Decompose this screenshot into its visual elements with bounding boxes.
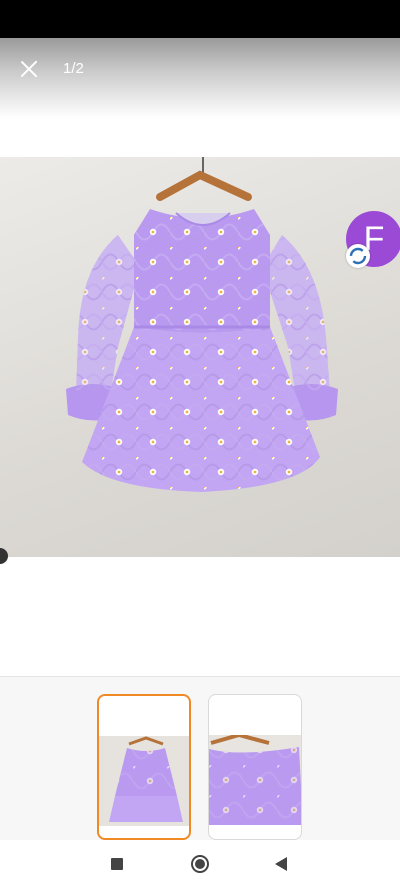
viewer-top-overlay [0,38,400,118]
thumbnail-strip [0,677,400,840]
product-image[interactable] [0,157,400,557]
sync-icon [346,244,370,268]
system-nav-bar [0,840,400,888]
dress-illustration [66,157,338,492]
status-bar [0,0,400,38]
triangle-back-icon[interactable] [275,857,287,871]
page-counter: 1/2 [63,60,84,77]
thumbnail-2-image [209,735,301,825]
thumbnail-1-image [99,736,189,826]
circle-icon[interactable] [191,855,209,873]
thumbnail-2[interactable] [208,694,302,840]
square-icon[interactable] [111,858,123,870]
thumbnail-1[interactable] [97,694,191,840]
close-icon[interactable] [14,54,44,84]
